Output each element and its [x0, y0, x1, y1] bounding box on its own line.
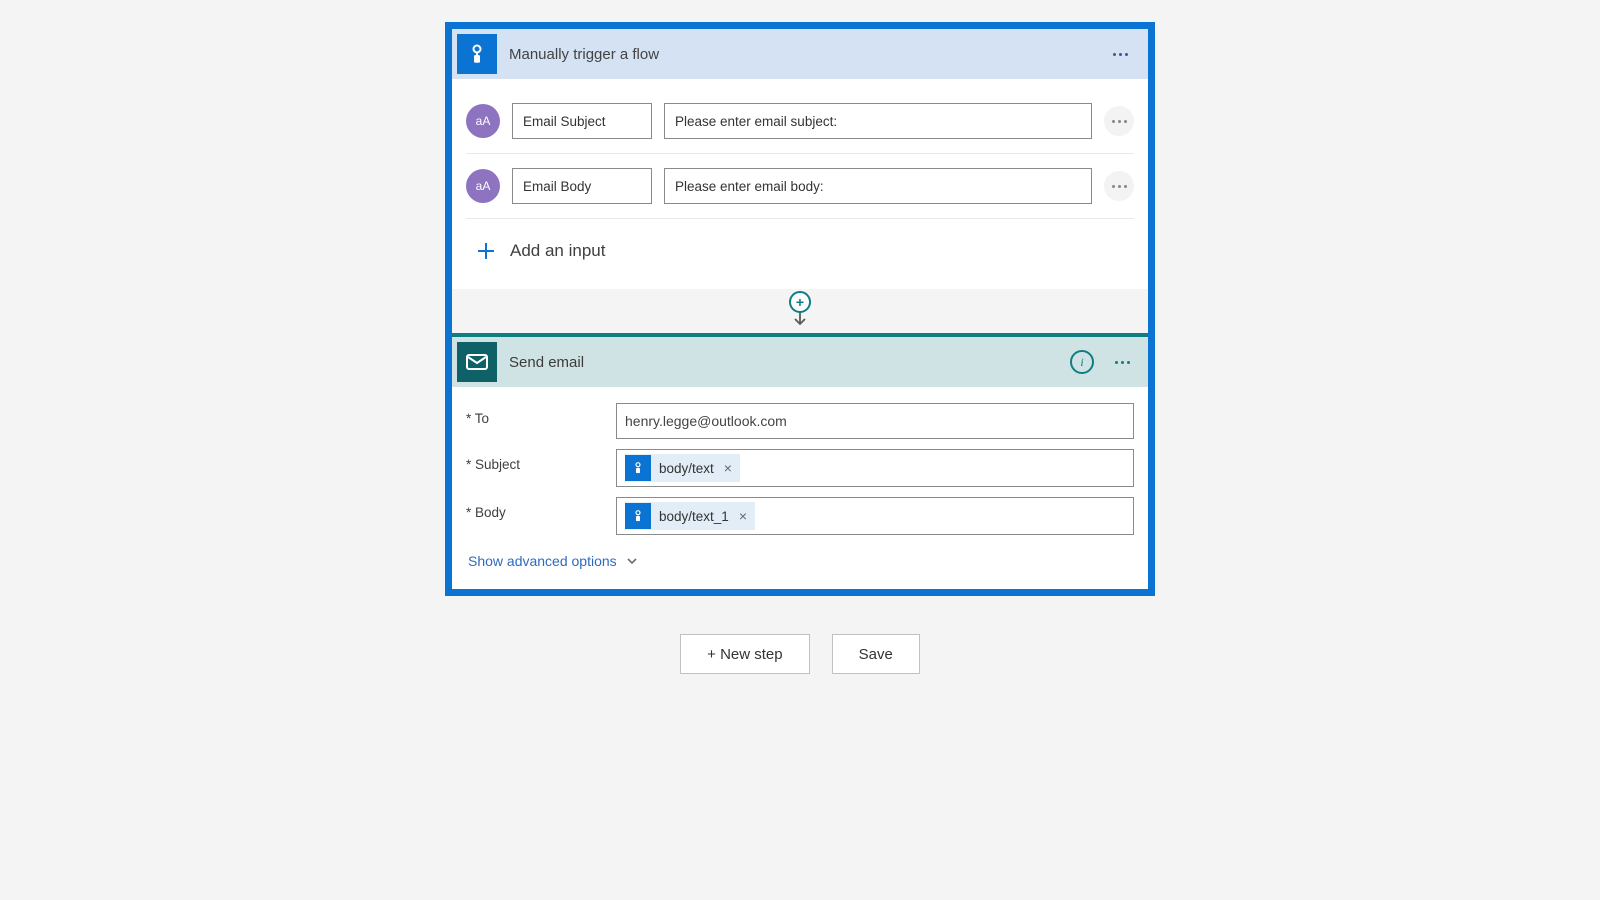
add-input-button[interactable]: Add an input — [466, 219, 1134, 289]
info-icon: i — [1080, 355, 1083, 370]
flow-container: Manually trigger a flow aA aA — [445, 22, 1155, 596]
text-type-badge: aA — [466, 104, 500, 138]
footer-actions: + New step Save — [680, 634, 920, 674]
action-body: * To henry.legge@outlook.com * Subject — [452, 387, 1148, 589]
insert-step-button[interactable]: + — [789, 291, 811, 313]
trigger-more-button[interactable] — [1106, 40, 1134, 68]
input-prompt-field[interactable] — [664, 103, 1092, 139]
token-trigger-icon — [625, 455, 651, 481]
field-row-body: * Body body/text_1 × — [466, 497, 1134, 535]
field-row-subject: * Subject body/text × — [466, 449, 1134, 487]
action-header[interactable]: Send email i — [452, 337, 1148, 387]
plus-icon — [476, 241, 496, 261]
trigger-card: Manually trigger a flow aA aA — [452, 29, 1148, 289]
text-type-badge: aA — [466, 169, 500, 203]
action-more-button[interactable] — [1108, 348, 1136, 376]
send-email-icon — [457, 342, 497, 382]
ellipsis-icon — [1113, 53, 1128, 56]
action-title: Send email — [509, 354, 1070, 371]
save-button[interactable]: Save — [832, 634, 920, 674]
ellipsis-icon — [1112, 120, 1127, 123]
input-name-field[interactable] — [512, 168, 652, 204]
show-advanced-options[interactable]: Show advanced options — [468, 553, 639, 569]
body-field[interactable]: body/text_1 × — [616, 497, 1134, 535]
to-field[interactable]: henry.legge@outlook.com — [616, 403, 1134, 439]
field-label: * To — [466, 403, 616, 426]
field-label: * Body — [466, 497, 616, 520]
input-row-more-button[interactable] — [1104, 171, 1134, 201]
advanced-options-label: Show advanced options — [468, 553, 617, 569]
dynamic-token[interactable]: body/text_1 × — [625, 502, 755, 530]
to-value: henry.legge@outlook.com — [625, 413, 787, 429]
trigger-input-row: aA — [466, 154, 1134, 219]
action-card: Send email i * To henry.legge@outlook.co… — [452, 333, 1148, 589]
chevron-down-icon — [625, 554, 639, 568]
trigger-input-row: aA — [466, 89, 1134, 154]
token-trigger-icon — [625, 503, 651, 529]
trigger-body: aA aA Add an input — [452, 79, 1148, 289]
subject-field[interactable]: body/text × — [616, 449, 1134, 487]
input-row-more-button[interactable] — [1104, 106, 1134, 136]
info-button[interactable]: i — [1070, 350, 1094, 374]
ellipsis-icon — [1115, 361, 1130, 364]
trigger-header[interactable]: Manually trigger a flow — [452, 29, 1148, 79]
field-row-to: * To henry.legge@outlook.com — [466, 403, 1134, 439]
field-label: * Subject — [466, 449, 616, 472]
trigger-title: Manually trigger a flow — [509, 46, 1106, 63]
token-label: body/text_1 — [659, 509, 729, 524]
token-remove-button[interactable]: × — [722, 460, 734, 476]
manual-trigger-icon — [457, 34, 497, 74]
plus-icon: + — [796, 294, 804, 310]
new-step-button[interactable]: + New step — [680, 634, 809, 674]
connector: + — [452, 289, 1148, 333]
dynamic-token[interactable]: body/text × — [625, 454, 740, 482]
input-name-field[interactable] — [512, 103, 652, 139]
add-input-label: Add an input — [510, 241, 605, 261]
token-label: body/text — [659, 461, 714, 476]
token-remove-button[interactable]: × — [737, 508, 749, 524]
ellipsis-icon — [1112, 185, 1127, 188]
input-prompt-field[interactable] — [664, 168, 1092, 204]
